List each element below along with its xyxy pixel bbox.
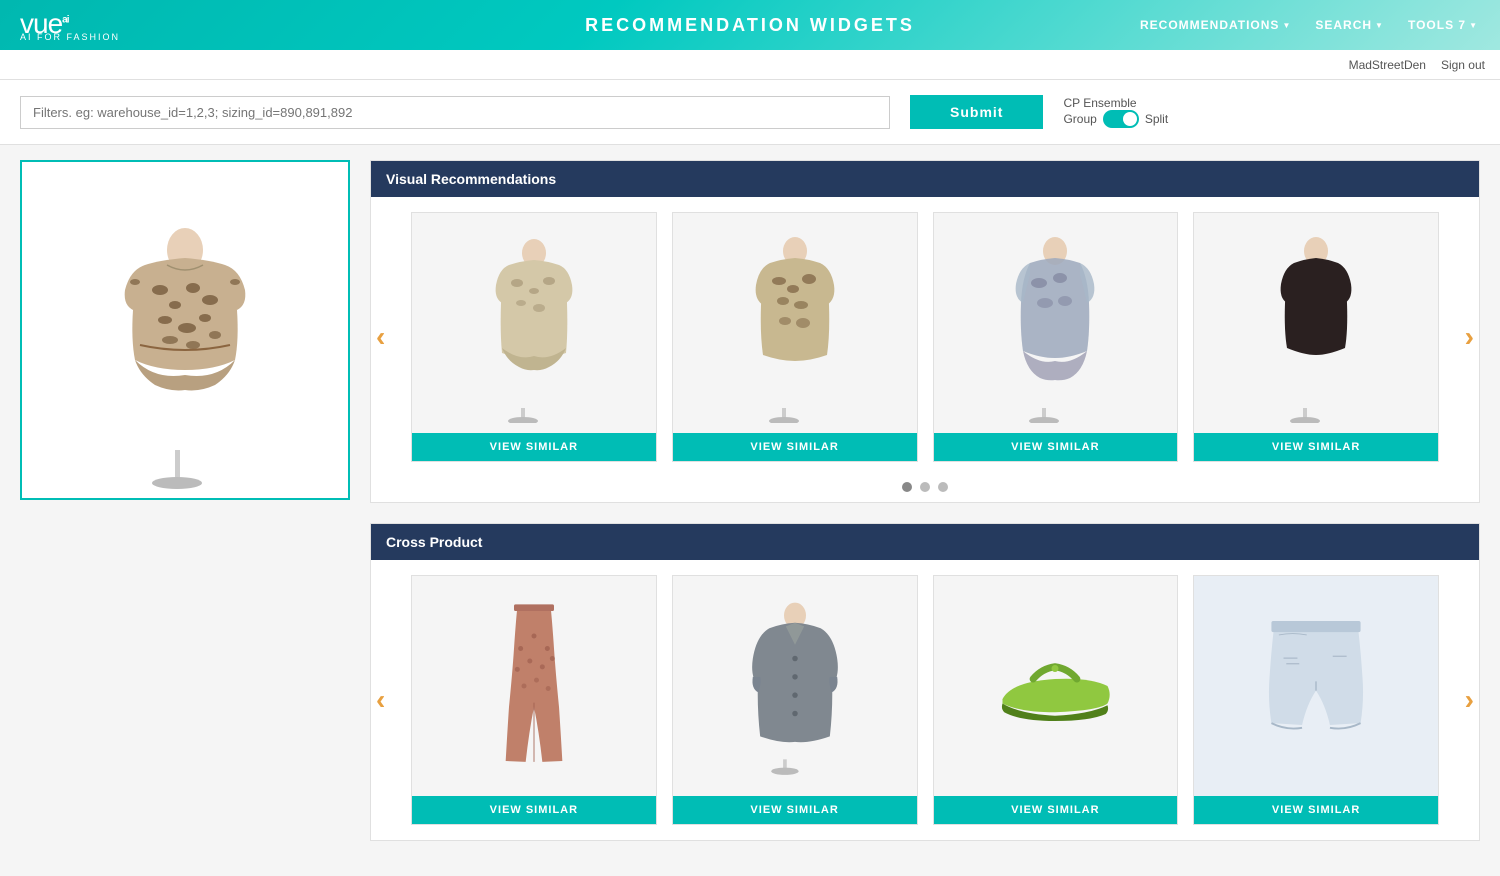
cross-product-grid: VIEW SIMILAR <box>411 575 1439 825</box>
filter-bar: Submit CP Ensemble Group Split <box>0 80 1500 145</box>
logo-sup: ai <box>62 15 68 26</box>
cross-product-image-2 <box>673 576 917 796</box>
view-similar-btn-4[interactable]: VIEW SIMILAR <box>1194 433 1438 461</box>
clothing-image-2 <box>735 223 855 423</box>
visual-rec-product-2: VIEW SIMILAR <box>672 212 918 462</box>
clothing-image-4 <box>1256 223 1376 423</box>
cross-product-prev-button[interactable]: ‹ <box>376 684 385 716</box>
cross-product-section: Cross Product ‹ <box>370 523 1480 841</box>
visual-rec-product-1: VIEW SIMILAR <box>411 212 657 462</box>
visual-rec-prev-button[interactable]: ‹ <box>376 321 385 353</box>
cross-view-similar-btn-2[interactable]: VIEW SIMILAR <box>673 796 917 824</box>
header-nav: RECOMMENDATIONS ▼ SEARCH ▼ TOOLS 7 ▼ <box>1128 18 1500 32</box>
shoes-image <box>985 626 1125 746</box>
nav-tools[interactable]: TOOLS 7 ▼ <box>1396 18 1490 32</box>
right-panel: Visual Recommendations ‹ <box>370 160 1480 861</box>
chevron-down-icon: ▼ <box>1375 21 1384 30</box>
carousel-dot-1[interactable] <box>902 482 912 492</box>
cross-product-carousel: ‹ <box>371 560 1479 840</box>
cross-view-similar-btn-1[interactable]: VIEW SIMILAR <box>412 796 656 824</box>
view-similar-btn-2[interactable]: VIEW SIMILAR <box>673 433 917 461</box>
visual-recommendations-header: Visual Recommendations <box>371 161 1479 197</box>
content-layout: Visual Recommendations ‹ <box>20 160 1480 861</box>
pants-image <box>484 586 584 786</box>
cross-product-image-3 <box>934 576 1178 796</box>
product-image-1 <box>412 213 656 433</box>
jacket-image <box>740 586 850 786</box>
logo-area: vueai AI FOR FASHION <box>0 8 120 42</box>
cross-product-2: VIEW SIMILAR <box>672 575 918 825</box>
visual-rec-product-3: VIEW SIMILAR <box>933 212 1179 462</box>
cross-product-1: VIEW SIMILAR <box>411 575 657 825</box>
split-label: Split <box>1145 112 1168 126</box>
cross-product-header: Cross Product <box>371 524 1479 560</box>
cross-product-image-4 <box>1194 576 1438 796</box>
header-title: RECOMMENDATION WIDGETS <box>585 15 915 36</box>
cross-product-3: VIEW SIMILAR <box>933 575 1179 825</box>
header: vueai AI FOR FASHION RECOMMENDATION WIDG… <box>0 0 1500 50</box>
signout-link[interactable]: Sign out <box>1441 58 1485 72</box>
carousel-dot-3[interactable] <box>938 482 948 492</box>
visual-rec-next-button[interactable]: › <box>1465 321 1474 353</box>
cross-product-image-1 <box>412 576 656 796</box>
cp-ensemble-label: CP Ensemble <box>1063 96 1136 110</box>
visual-recommendations-section: Visual Recommendations ‹ <box>370 160 1480 503</box>
username: MadStreetDen <box>1349 58 1426 72</box>
visual-recommendations-carousel: ‹ <box>371 197 1479 477</box>
carousel-dot-2[interactable] <box>920 482 930 492</box>
visual-rec-product-4: VIEW SIMILAR <box>1193 212 1439 462</box>
cross-view-similar-btn-3[interactable]: VIEW SIMILAR <box>934 796 1178 824</box>
clothing-image-3 <box>995 223 1115 423</box>
carousel-dots <box>371 477 1479 502</box>
nav-search[interactable]: SEARCH ▼ <box>1303 18 1396 32</box>
product-image-3 <box>934 213 1178 433</box>
nav-recommendations[interactable]: RECOMMENDATIONS ▼ <box>1128 18 1303 32</box>
shorts-image <box>1251 606 1381 766</box>
filter-input[interactable] <box>20 96 890 129</box>
product-image-2 <box>673 213 917 433</box>
cross-product-next-button[interactable]: › <box>1465 684 1474 716</box>
logo-sub: AI FOR FASHION <box>20 32 120 42</box>
visual-recommendations-grid: VIEW SIMILAR <box>411 212 1439 462</box>
source-product-image <box>75 170 295 490</box>
product-image-4 <box>1194 213 1438 433</box>
view-similar-btn-3[interactable]: VIEW SIMILAR <box>934 433 1178 461</box>
cross-product-4: VIEW SIMILAR <box>1193 575 1439 825</box>
cross-view-similar-btn-4[interactable]: VIEW SIMILAR <box>1194 796 1438 824</box>
toggle-area: CP Ensemble Group Split <box>1063 96 1168 128</box>
source-image-container <box>20 160 350 500</box>
group-split-toggle[interactable] <box>1103 110 1139 128</box>
main-content: Visual Recommendations ‹ <box>0 145 1500 876</box>
group-label: Group <box>1063 112 1096 126</box>
clothing-image-1 <box>474 223 594 423</box>
chevron-down-icon: ▼ <box>1282 21 1291 30</box>
view-similar-btn-1[interactable]: VIEW SIMILAR <box>412 433 656 461</box>
chevron-down-icon: ▼ <box>1469 21 1478 30</box>
user-bar: MadStreetDen Sign out <box>0 50 1500 80</box>
submit-button[interactable]: Submit <box>910 95 1043 129</box>
